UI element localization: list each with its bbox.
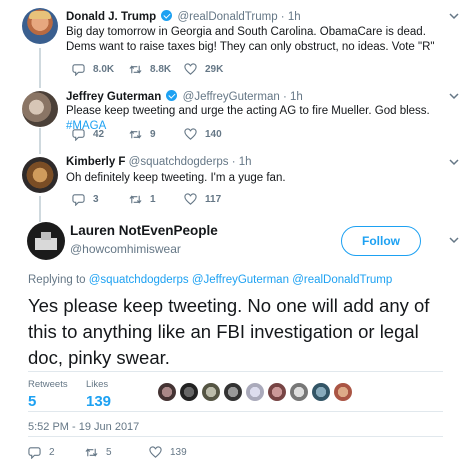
liker-avatars xyxy=(158,383,356,401)
follow-button[interactable]: Follow xyxy=(341,226,421,256)
liker-avatar[interactable] xyxy=(180,383,198,401)
reply-button[interactable]: 3 xyxy=(72,192,99,206)
likes-label: Likes xyxy=(86,379,109,390)
avatar[interactable] xyxy=(27,222,65,260)
chevron-down-icon[interactable] xyxy=(448,10,460,22)
reply-count: 8.0K xyxy=(93,63,115,75)
retweet-icon xyxy=(129,129,142,139)
verified-badge-icon xyxy=(166,90,178,101)
replying-prefix: Replying to xyxy=(28,274,86,286)
reply-count: 2 xyxy=(49,446,55,458)
divider xyxy=(28,436,443,437)
replying-to: Replying to @squatchdogderps @JeffreyGut… xyxy=(28,274,392,286)
reply-icon xyxy=(72,63,85,76)
retweet-count: 1 xyxy=(150,193,156,205)
reply-icon xyxy=(72,128,85,141)
handle[interactable]: @JeffreyGuterman xyxy=(183,91,280,103)
retweet-button[interactable]: 8.8K xyxy=(129,62,171,76)
reply-button[interactable]: 2 xyxy=(28,445,55,459)
liker-avatar[interactable] xyxy=(268,383,286,401)
like-count: 139 xyxy=(170,446,187,458)
chevron-down-icon[interactable] xyxy=(448,156,460,168)
main-tweet-text: Yes please keep tweeting. No one will ad… xyxy=(28,295,430,368)
mention-link[interactable]: @realDonaldTrump xyxy=(292,274,392,286)
tweet-text-content: Please keep tweeting and urge the acting… xyxy=(66,105,430,117)
tweet-text: Please keep tweeting and urge the acting… xyxy=(66,104,446,134)
reply-icon xyxy=(72,193,85,206)
like-button[interactable]: 29K xyxy=(184,62,223,76)
avatar[interactable] xyxy=(22,91,58,127)
heart-icon xyxy=(184,127,197,140)
display-name[interactable]: Donald J. Trump xyxy=(66,11,156,23)
retweet-button[interactable]: 5 xyxy=(85,445,112,459)
reply-count: 42 xyxy=(93,128,105,140)
liker-avatar[interactable] xyxy=(158,383,176,401)
like-count: 117 xyxy=(205,193,222,205)
reply-button[interactable]: 8.0K xyxy=(72,62,114,76)
main-handle[interactable]: @howcomhimiswear xyxy=(70,242,181,256)
liker-avatar[interactable] xyxy=(246,383,264,401)
divider xyxy=(28,371,443,372)
verified-badge-icon xyxy=(161,10,173,21)
like-count: 140 xyxy=(205,128,222,140)
heart-icon xyxy=(184,62,197,75)
chevron-down-icon[interactable] xyxy=(448,90,460,102)
retweet-icon xyxy=(85,447,98,457)
retweet-icon xyxy=(129,64,142,74)
tweet-header: Donald J. Trump @realDonaldTrump · 1h xyxy=(66,10,301,23)
retweets-count: 5 xyxy=(28,393,37,410)
liker-avatar[interactable] xyxy=(312,383,330,401)
retweet-count: 5 xyxy=(106,446,112,458)
display-name[interactable]: Kimberly F xyxy=(66,156,125,168)
chevron-down-icon[interactable] xyxy=(448,234,460,246)
reply-count: 3 xyxy=(93,193,99,205)
avatar[interactable] xyxy=(22,8,58,44)
tweet-text: Big day tomorrow in Georgia and South Ca… xyxy=(66,26,435,53)
timestamp[interactable]: · 1h xyxy=(283,91,303,103)
tweet-guterman[interactable]: Jeffrey Guterman @JeffreyGuterman · 1h P… xyxy=(0,86,472,152)
tweet-header: Kimberly F @squatchdogderps · 1h xyxy=(66,156,252,168)
likes-stat[interactable]: Likes 139 xyxy=(86,379,111,410)
reply-button[interactable]: 42 xyxy=(72,127,104,141)
heart-icon xyxy=(149,445,162,458)
mention-link[interactable]: @JeffreyGuterman xyxy=(192,274,289,286)
tweet-header: Jeffrey Guterman @JeffreyGuterman · 1h xyxy=(66,90,303,103)
retweets-label: Retweets xyxy=(28,379,68,390)
heart-icon xyxy=(184,192,197,205)
timestamp[interactable]: · 1h xyxy=(281,11,301,23)
tweet-date[interactable]: 5:52 PM - 19 Jun 2017 xyxy=(28,421,139,433)
main-display-name[interactable]: Lauren NotEvenPeople xyxy=(70,223,218,238)
avatar[interactable] xyxy=(22,157,58,193)
liker-avatar[interactable] xyxy=(290,383,308,401)
like-button[interactable]: 139 xyxy=(149,445,187,459)
handle[interactable]: @squatchdogderps xyxy=(129,156,229,168)
divider xyxy=(28,411,443,412)
tweet-trump[interactable]: Donald J. Trump @realDonaldTrump · 1h Bi… xyxy=(0,0,472,86)
mention-link[interactable]: @squatchdogderps xyxy=(89,274,189,286)
timestamp[interactable]: · 1h xyxy=(232,156,252,168)
like-count: 29K xyxy=(205,63,224,75)
reply-icon xyxy=(28,446,41,459)
retweet-count: 8.8K xyxy=(150,63,172,75)
tweet-text: Oh definitely keep tweeting. I'm a yuge … xyxy=(66,172,286,184)
retweet-button[interactable]: 9 xyxy=(129,127,156,141)
likes-count: 139 xyxy=(86,393,112,410)
retweet-count: 9 xyxy=(150,128,156,140)
liker-avatar[interactable] xyxy=(202,383,220,401)
like-button[interactable]: 117 xyxy=(184,192,221,206)
like-button[interactable]: 140 xyxy=(184,127,222,141)
retweet-button[interactable]: 1 xyxy=(129,192,156,206)
retweets-stat[interactable]: Retweets 5 xyxy=(28,379,68,410)
handle[interactable]: @realDonaldTrump xyxy=(178,11,278,23)
tweet-kimberly[interactable]: Kimberly F @squatchdogderps · 1h Oh defi… xyxy=(0,152,472,216)
liker-avatar[interactable] xyxy=(224,383,242,401)
retweet-icon xyxy=(129,194,142,204)
liker-avatar[interactable] xyxy=(334,383,352,401)
display-name[interactable]: Jeffrey Guterman xyxy=(66,91,161,103)
